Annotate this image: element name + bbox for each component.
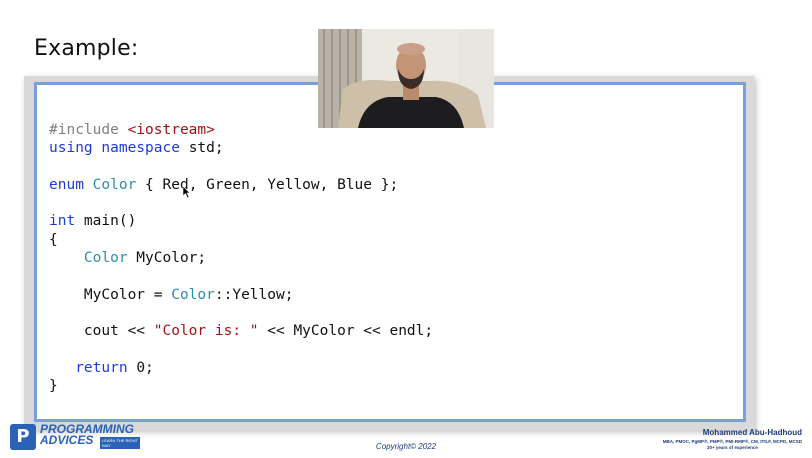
code-line-1: #include <iostream> bbox=[49, 122, 215, 138]
code-line-4: enum Color { Red, Green, Yellow, Blue }; bbox=[49, 176, 399, 193]
author-block: Mohammed Abu-Hadhoud MBA, PMOC, PgMP®, P… bbox=[663, 428, 802, 450]
code-line-2: using namespace std; bbox=[49, 140, 224, 157]
code-line-8: Color MyColor; bbox=[83, 250, 207, 267]
code-frame: #include <iostream> using namespace std;… bbox=[24, 76, 754, 430]
code-panel: #include <iostream> using namespace std;… bbox=[34, 82, 746, 422]
code-line-6: int main() bbox=[49, 213, 137, 230]
presenter-webcam bbox=[318, 29, 494, 128]
code-line-12: cout << "Color is: " << MyColor << endl; bbox=[49, 323, 434, 340]
author-credentials: MBA, PMOC, PgMP®, PMP®, PMI-RMP®, CM, IT… bbox=[662, 439, 802, 444]
code-line-7: { bbox=[49, 231, 58, 248]
presenter-image bbox=[318, 29, 494, 128]
author-experience: 20+ years of experience bbox=[706, 445, 758, 450]
slide-title: Example: bbox=[34, 36, 139, 61]
mouse-cursor-icon bbox=[182, 185, 190, 199]
code-line-14: return 0; bbox=[75, 359, 154, 376]
code-line-10: MyColor = Color::Yellow; bbox=[49, 286, 294, 303]
code-line-15: } bbox=[49, 378, 58, 395]
author-name: Mohammed Abu-Hadhoud bbox=[702, 428, 802, 437]
code-block: #include <iostream> using namespace std;… bbox=[49, 121, 433, 395]
